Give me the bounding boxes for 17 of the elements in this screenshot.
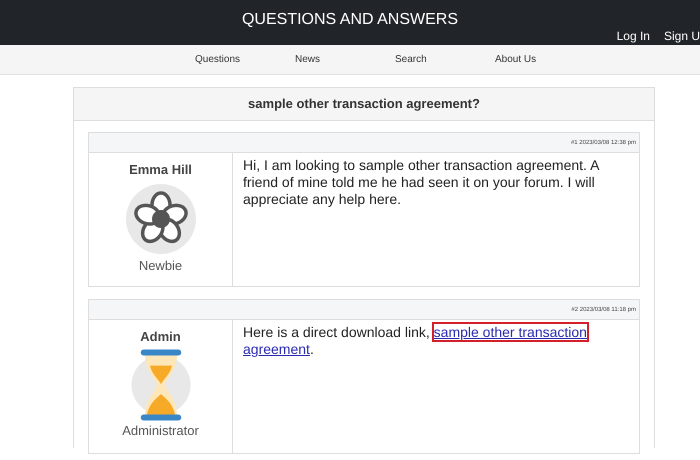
post-text: Here is a direct download link, sample other transaction agreement. bbox=[243, 324, 588, 358]
nav-link[interactable]: Search bbox=[395, 54, 495, 65]
thread-title: sample other transaction agreement? bbox=[74, 88, 654, 121]
nav-link[interactable]: About Us bbox=[495, 54, 595, 65]
nav-link[interactable]: News bbox=[295, 54, 395, 65]
download-link[interactable]: agreement bbox=[243, 341, 310, 357]
account-link[interactable]: Sign U bbox=[664, 29, 700, 43]
nav-link[interactable]: Questions bbox=[195, 54, 295, 65]
flower-avatar-icon bbox=[126, 184, 196, 254]
account-link[interactable]: Log In bbox=[616, 29, 650, 43]
download-link[interactable]: sample other transaction bbox=[434, 324, 587, 340]
post-text: Hi, I am looking to sample other transaction agreement. A friend of mine told me he had seen it on your forum. I will appreciate any help here. bbox=[243, 157, 600, 208]
author-rank: Newbie bbox=[138, 258, 182, 273]
author-name: Emma Hill bbox=[129, 162, 192, 177]
author-rank: Administrator bbox=[122, 423, 199, 438]
site-title: QUESTIONS AND ANSWERS bbox=[240, 10, 460, 29]
author-name: Admin bbox=[140, 329, 181, 344]
